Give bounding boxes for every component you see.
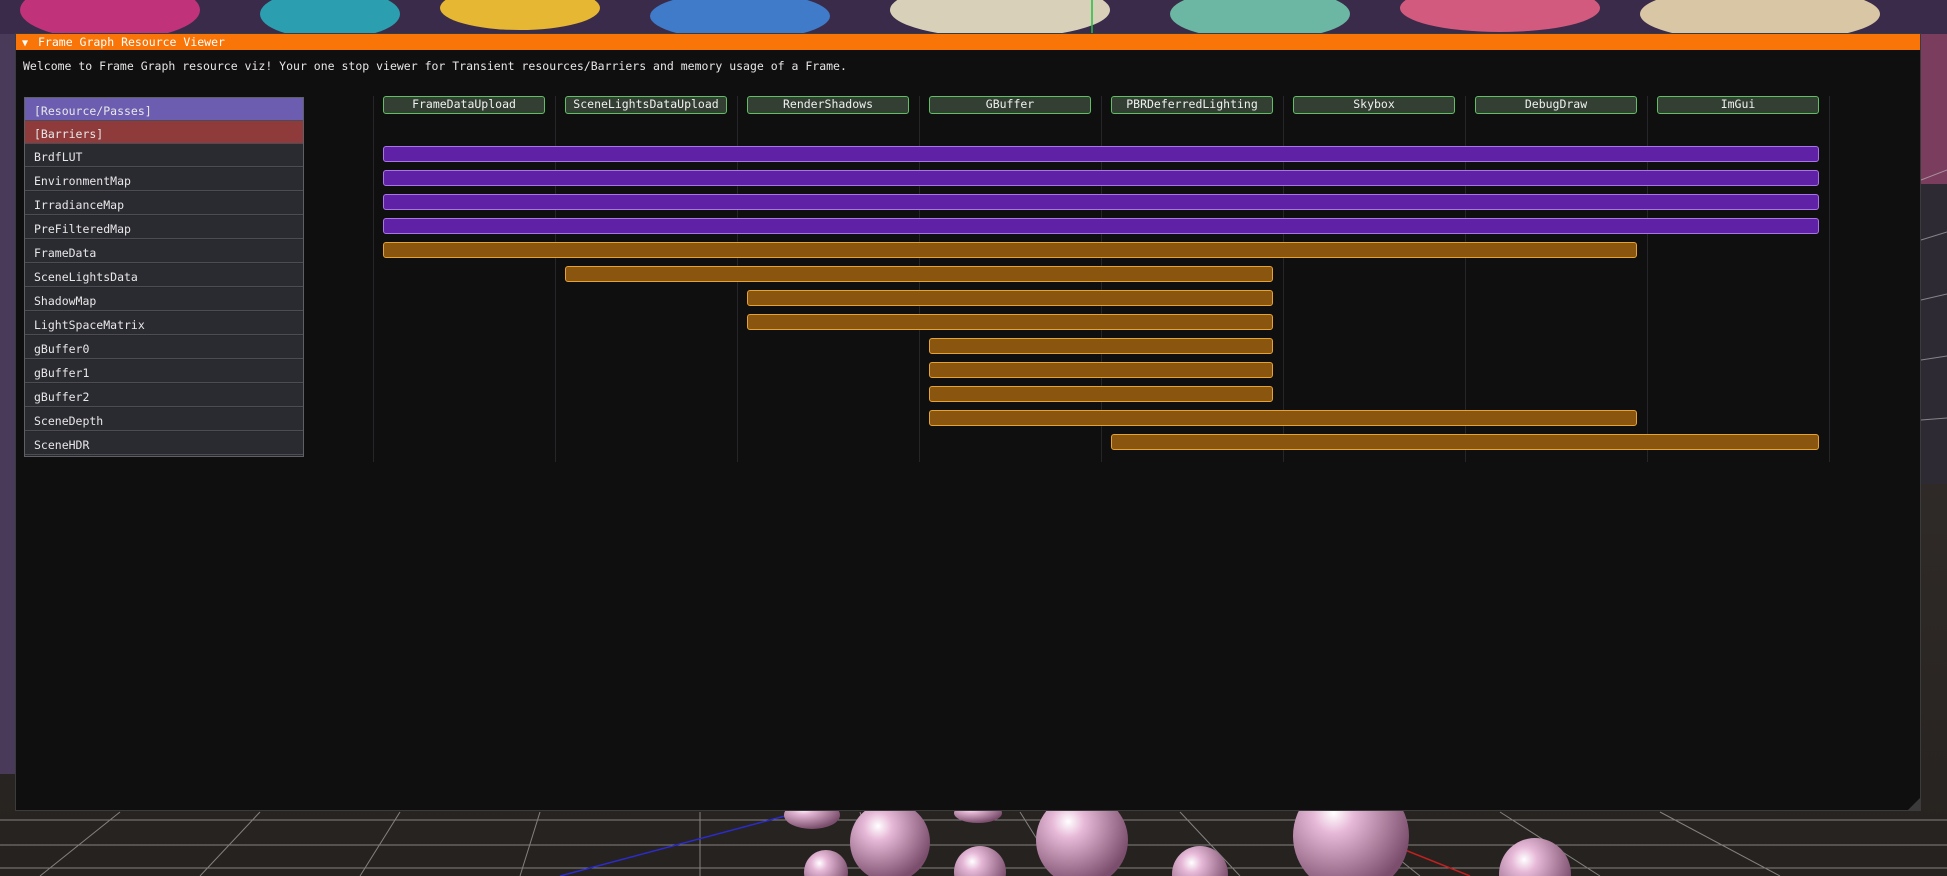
resource-lifetime-bar[interactable] <box>929 362 1273 378</box>
pass-button[interactable]: Skybox <box>1293 96 1455 114</box>
pass-button[interactable]: ImGui <box>1657 96 1819 114</box>
resource-item[interactable]: gBuffer1 <box>25 360 303 383</box>
pass-button[interactable]: RenderShadows <box>747 96 909 114</box>
resource-lifetime-bar[interactable] <box>929 386 1273 402</box>
pass-column-separator <box>1829 96 1830 462</box>
resource-lifetime-bar[interactable] <box>747 290 1273 306</box>
resource-lifetime-bar[interactable] <box>565 266 1273 282</box>
barriers-header[interactable]: [Barriers] <box>25 121 303 144</box>
window-title: Frame Graph Resource Viewer <box>38 35 225 49</box>
resource-lifetime-bar[interactable] <box>383 194 1819 210</box>
collapse-arrow-icon[interactable]: ▼ <box>22 36 38 52</box>
pass-column-separator <box>373 96 374 462</box>
resource-item[interactable]: LightSpaceMatrix <box>25 312 303 335</box>
pass-button[interactable]: FrameDataUpload <box>383 96 545 114</box>
resource-lifetime-bar[interactable] <box>929 410 1637 426</box>
resource-lifetime-bar[interactable] <box>383 146 1819 162</box>
resource-item[interactable]: SceneHDR <box>25 432 303 455</box>
resource-item[interactable]: EnvironmentMap <box>25 168 303 191</box>
frame-graph-window[interactable]: ▼ Frame Graph Resource Viewer Welcome to … <box>15 33 1921 811</box>
resource-item[interactable]: gBuffer0 <box>25 336 303 359</box>
pass-button[interactable]: SceneLightsDataUpload <box>565 96 727 114</box>
resource-lifetime-bar[interactable] <box>383 170 1819 186</box>
resource-lifetime-bar[interactable] <box>383 242 1637 258</box>
pass-button[interactable]: DebugDraw <box>1475 96 1637 114</box>
resource-item[interactable]: ShadowMap <box>25 288 303 311</box>
resource-item[interactable]: gBuffer2 <box>25 384 303 407</box>
resource-item[interactable]: SceneLightsData <box>25 264 303 287</box>
resource-passes-header[interactable]: [Resource/Passes] <box>25 98 303 121</box>
welcome-text: Welcome to Frame Graph resource viz! You… <box>23 59 847 73</box>
resource-item[interactable]: FrameData <box>25 240 303 263</box>
resource-item[interactable]: IrradianceMap <box>25 192 303 215</box>
resource-lifetime-bar[interactable] <box>747 314 1273 330</box>
pass-button[interactable]: PBRDeferredLighting <box>1111 96 1273 114</box>
resource-item[interactable]: SceneDepth <box>25 408 303 431</box>
pass-button[interactable]: GBuffer <box>929 96 1091 114</box>
resize-grip-icon[interactable] <box>1908 798 1920 810</box>
resource-list: [Resource/Passes] [Barriers] BrdfLUT Envi… <box>24 97 304 457</box>
resource-item[interactable]: BrdfLUT <box>25 144 303 167</box>
resource-item[interactable]: PreFilteredMap <box>25 216 303 239</box>
resource-lifetime-bar[interactable] <box>1111 434 1819 450</box>
window-title-bar[interactable]: ▼ Frame Graph Resource Viewer <box>16 34 1920 50</box>
resource-lifetime-bar[interactable] <box>383 218 1819 234</box>
resource-lifetime-bar[interactable] <box>929 338 1273 354</box>
